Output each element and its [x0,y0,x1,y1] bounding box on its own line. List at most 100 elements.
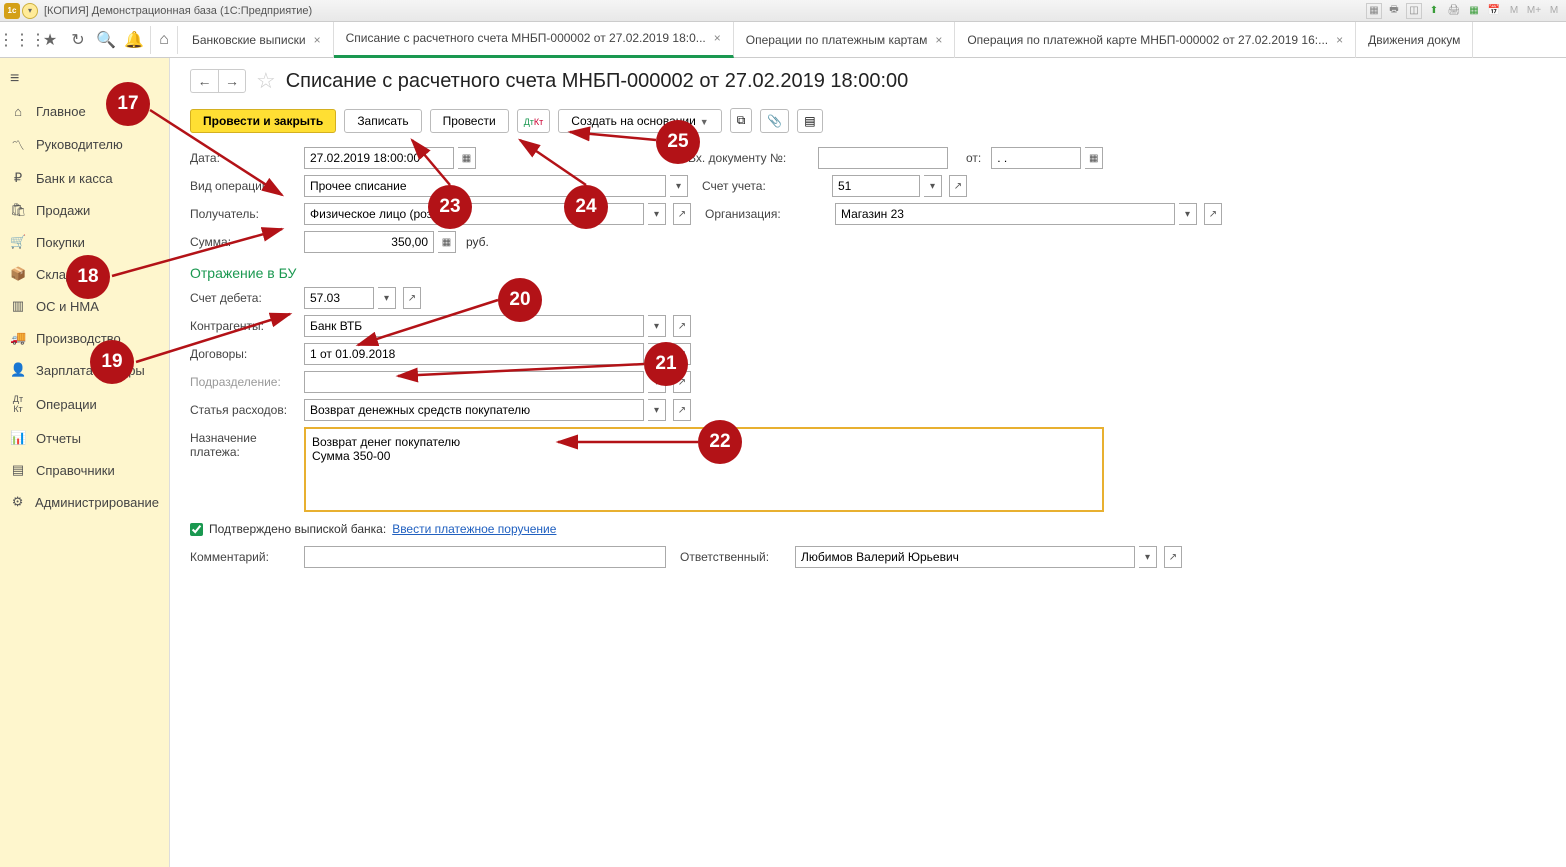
from-date-input[interactable] [991,147,1081,169]
main-content: ← → ☆ Списание с расчетного счета МНБП-0… [170,58,1566,867]
optype-input[interactable] [304,175,666,197]
sum-input[interactable] [304,231,434,253]
expense-label: Статья расходов: [190,403,300,417]
contract-label: Договоры: [190,347,300,361]
sidebar-item-sales[interactable]: 🛍Продажи [0,194,169,226]
print-preview-icon[interactable]: ▦ [1366,3,1382,19]
debit-input[interactable] [304,287,374,309]
m-plus-icon[interactable]: M+ [1526,3,1542,19]
section-bu: Отражение в БУ [190,265,1546,281]
tab-bank-statements[interactable]: Банковские выписки× [180,22,334,58]
tab-doc-moves[interactable]: Движения докум [1356,22,1473,58]
close-icon[interactable]: × [314,33,321,47]
close-icon[interactable]: × [935,33,942,47]
annotation-24: 24 [564,185,608,229]
title-dropdown-icon[interactable]: ▾ [22,3,38,19]
favorite-icon[interactable]: ☆ [256,68,276,94]
history-icon[interactable]: ↻ [64,26,92,54]
m-icon[interactable]: M [1506,3,1522,19]
structure-button[interactable]: ⧉ [730,108,753,133]
m-last-icon[interactable]: M [1546,3,1562,19]
printer-icon[interactable]: 🖨 [1446,3,1462,19]
post-button[interactable]: Провести [430,109,509,133]
resp-input[interactable] [795,546,1135,568]
calendar-icon[interactable]: ▦ [1085,147,1103,169]
annotation-23: 23 [428,185,472,229]
org-input[interactable] [835,203,1175,225]
account-input[interactable] [832,175,920,197]
expense-input[interactable] [304,399,644,421]
open-icon[interactable]: ↗ [949,175,967,197]
tab-card-ops[interactable]: Операции по платежным картам× [734,22,956,58]
from-label: от: [966,151,981,165]
calendar-icon[interactable]: ▦ [458,147,476,169]
dropdown-icon[interactable]: ▾ [648,315,666,337]
bell-icon[interactable]: 🔔 [120,26,148,54]
open-icon[interactable]: ↗ [673,315,691,337]
sidebar-item-reports[interactable]: 📊Отчеты [0,422,169,454]
sidebar-item-admin[interactable]: ⚙Администрирование [0,486,169,518]
create-based-button[interactable]: Создать на основании▼ [558,109,721,133]
attach-button[interactable]: 📎 [760,109,789,133]
print-icon[interactable]: 🖶 [1386,3,1402,19]
annotation-20: 20 [498,278,542,322]
dropdown-icon[interactable]: ▾ [1139,546,1157,568]
sidebar-item-manager[interactable]: 〽Руководителю [0,127,169,162]
dtkt-button[interactable]: ДтКт [517,109,551,133]
comment-label: Комментарий: [190,550,300,564]
search-icon[interactable]: 🔍 [92,26,120,54]
star-icon[interactable]: ★ [36,26,64,54]
contract-input[interactable] [304,343,644,365]
close-icon[interactable]: × [1336,33,1343,47]
tab-writeoff[interactable]: Списание с расчетного счета МНБП-000002 … [334,22,734,58]
optype-label: Вид операции: [190,179,300,193]
app-logo: 1c [4,3,20,19]
tab-card-op-doc[interactable]: Операция по платежной карте МНБП-000002 … [955,22,1356,58]
open-icon[interactable]: ↗ [1164,546,1182,568]
sidebar-item-production[interactable]: 🚚Производство [0,322,169,354]
sidebar-item-purchases[interactable]: 🛒Покупки [0,226,169,258]
compare-icon[interactable]: ◫ [1406,3,1422,19]
comment-input[interactable] [304,546,666,568]
dropdown-icon[interactable]: ▾ [648,399,666,421]
open-icon[interactable]: ↗ [673,399,691,421]
back-button[interactable]: ← [190,69,218,93]
sidebar-item-catalogs[interactable]: ▤Справочники [0,454,169,486]
contragent-label: Контрагенты: [190,319,300,333]
indoc-input[interactable] [818,147,948,169]
contragent-input[interactable] [304,315,644,337]
export-icon[interactable]: ⬆ [1426,3,1442,19]
calculator-icon[interactable]: ▦ [438,231,456,253]
home-icon[interactable]: ⌂ [150,26,178,54]
home-icon: ⌂ [10,104,26,119]
enter-pp-link[interactable]: Ввести платежное поручение [392,522,556,536]
dropdown-icon[interactable]: ▾ [670,175,688,197]
sidebar-item-operations[interactable]: ДтКтОперации [0,386,169,422]
sidebar-item-bank[interactable]: ₽Банк и касса [0,162,169,194]
division-label: Подразделение: [190,375,300,389]
open-icon[interactable]: ↗ [1204,203,1222,225]
division-input[interactable] [304,371,644,393]
grid-icon[interactable]: ▦ [1466,3,1482,19]
sidebar-item-payroll[interactable]: 👤Зарплата и кадры [0,354,169,386]
dropdown-icon[interactable]: ▾ [924,175,942,197]
open-icon[interactable]: ↗ [673,203,691,225]
calendar-icon[interactable]: 📅 [1486,3,1502,19]
date-label: Дата: [190,151,300,165]
close-icon[interactable]: × [714,31,721,45]
dropdown-icon[interactable]: ▾ [1179,203,1197,225]
dropdown-icon[interactable]: ▾ [648,203,666,225]
annotation-19: 19 [90,340,134,384]
forward-button[interactable]: → [218,69,246,93]
post-close-button[interactable]: Провести и закрыть [190,109,336,133]
open-icon[interactable]: ↗ [403,287,421,309]
apps-icon[interactable]: ⋮⋮⋮ [8,26,36,54]
chart-icon: 〽 [10,135,26,154]
ruble-icon: ₽ [10,170,26,186]
date-input[interactable] [304,147,454,169]
dropdown-icon[interactable]: ▾ [378,287,396,309]
write-button[interactable]: Записать [344,109,421,133]
list-button[interactable]: ▤ [797,109,822,133]
purpose-label: Назначение платежа: [190,427,300,459]
confirmed-checkbox[interactable] [190,523,203,536]
